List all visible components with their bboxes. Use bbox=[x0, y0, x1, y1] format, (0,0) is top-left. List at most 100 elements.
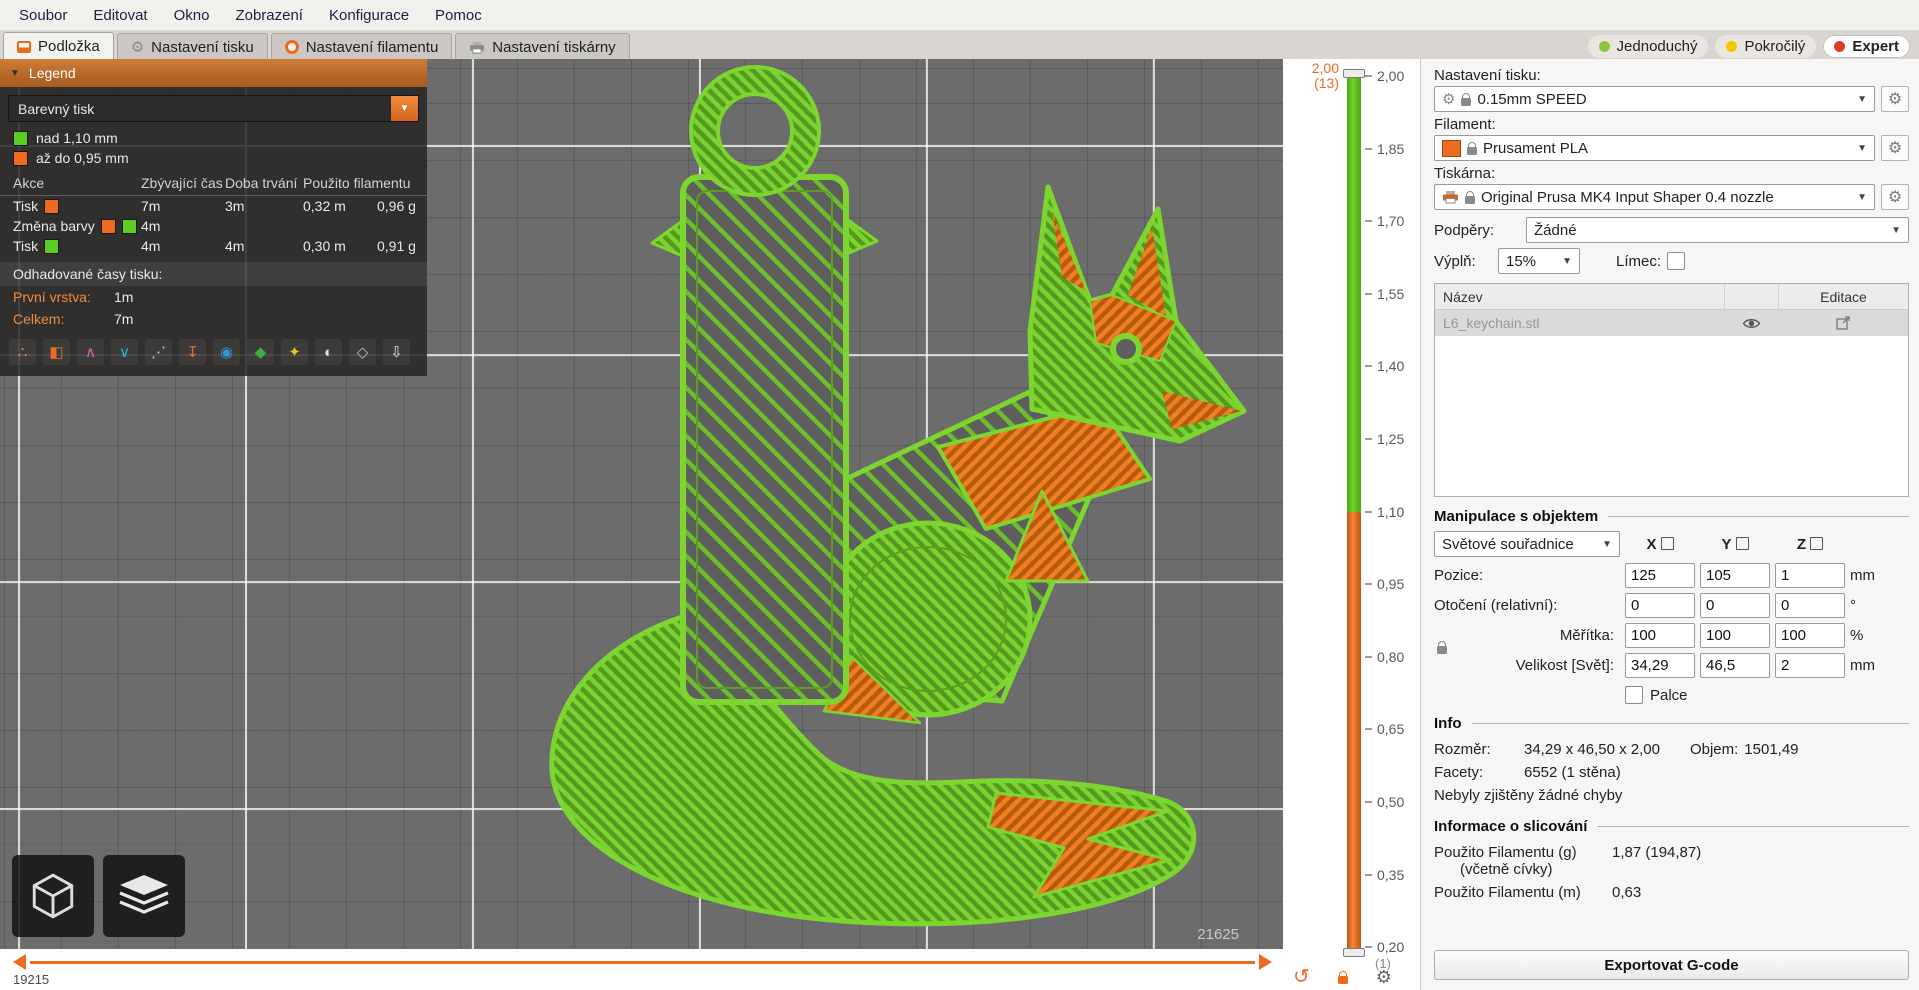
size-x-input[interactable] bbox=[1625, 653, 1695, 678]
filament-grams-row: Použito Filamentu (g) (včetně cívky) 1,8… bbox=[1434, 844, 1909, 878]
printer-value: Original Prusa MK4 Input Shaper 0.4 nozz… bbox=[1481, 189, 1848, 206]
export-gcode-button[interactable]: Exportovat G-code bbox=[1434, 950, 1909, 980]
printer-select[interactable]: Original Prusa MK4 Input Shaper 0.4 nozz… bbox=[1434, 184, 1875, 210]
scale-label: Měřítka: bbox=[1434, 627, 1620, 644]
coordinate-system-select[interactable]: Světové souřadnice ▼ bbox=[1434, 531, 1620, 557]
view-mode-select[interactable]: Barevný tisk ▼ bbox=[8, 95, 419, 122]
rotation-x-input[interactable] bbox=[1625, 593, 1695, 618]
move-slider-track[interactable] bbox=[30, 961, 1255, 964]
slider-left-arrow-icon[interactable] bbox=[13, 954, 26, 970]
unit-label: mm bbox=[1850, 657, 1886, 674]
rotation-z-input[interactable] bbox=[1775, 593, 1845, 618]
swatch-label: nad 1,10 mm bbox=[36, 130, 118, 146]
facets-info-row: Facety: 6552 (1 stěna) bbox=[1434, 764, 1909, 781]
edit-object-icon[interactable] bbox=[1778, 316, 1908, 330]
print-settings-gear-button[interactable]: ⚙ bbox=[1881, 86, 1909, 112]
mode-simple[interactable]: Jednoduchý bbox=[1588, 35, 1709, 58]
yellow-dot-icon bbox=[1726, 41, 1737, 52]
lock-icon bbox=[1465, 196, 1475, 204]
layer-tick: 0,20 bbox=[1365, 939, 1404, 955]
tab-printer-settings[interactable]: Nastavení tiskárny bbox=[455, 33, 629, 60]
swatch-label: až do 0,95 mm bbox=[36, 150, 129, 166]
axis-y-header: Y bbox=[1700, 536, 1770, 553]
pause-icon[interactable]: ◆ bbox=[247, 339, 274, 365]
slider-right-arrow-icon[interactable] bbox=[1259, 954, 1272, 970]
tabbar: Podložka ⚙ Nastavení tisku Nastavení fil… bbox=[0, 31, 1919, 61]
retractions-icon[interactable]: ∧ bbox=[77, 339, 104, 365]
uniform-scale-lock-icon[interactable] bbox=[1437, 646, 1447, 654]
filament-value: Prusament PLA bbox=[1483, 140, 1848, 157]
menu-editovat[interactable]: Editovat bbox=[80, 4, 160, 27]
tab-print-settings[interactable]: ⚙ Nastavení tisku bbox=[117, 33, 268, 60]
filament-gear-button[interactable]: ⚙ bbox=[1881, 135, 1909, 161]
wipe-icon[interactable]: ◉ bbox=[213, 339, 240, 365]
deretractions-icon[interactable]: ∨ bbox=[111, 339, 138, 365]
move-count-max: 21625 bbox=[1197, 926, 1239, 943]
3d-viewport[interactable]: ▼ Legend Barevný tisk ▼ nad 1,10 mm až d… bbox=[0, 59, 1283, 949]
slider-lock-icon[interactable] bbox=[1338, 976, 1348, 984]
custom-gcode-icon[interactable]: ✦ bbox=[281, 339, 308, 365]
view-mode-value: Barevný tisk bbox=[18, 101, 94, 117]
supports-select[interactable]: Žádné ▼ bbox=[1526, 217, 1909, 243]
red-dot-icon bbox=[1834, 41, 1845, 52]
print-settings-select[interactable]: ⚙ 0.15mm SPEED ▼ bbox=[1434, 86, 1875, 112]
menu-pomoc[interactable]: Pomoc bbox=[422, 4, 495, 27]
scale-x-input[interactable] bbox=[1625, 623, 1695, 648]
chevron-down-icon: ▼ bbox=[1854, 192, 1870, 203]
rotation-y-input[interactable] bbox=[1700, 593, 1770, 618]
scale-y-input[interactable] bbox=[1700, 623, 1770, 648]
volume-value: 1501,49 bbox=[1744, 741, 1798, 758]
status-text: Nebyly zjištěny žádné chyby bbox=[1434, 787, 1622, 804]
brim-checkbox[interactable] bbox=[1667, 252, 1685, 270]
layer-slider-track[interactable] bbox=[1347, 71, 1361, 955]
layer-slider-upper-handle[interactable] bbox=[1343, 69, 1365, 78]
position-y-input[interactable] bbox=[1700, 563, 1770, 588]
travels-icon[interactable]: ⋰ bbox=[145, 339, 172, 365]
size-y-input[interactable] bbox=[1700, 653, 1770, 678]
preset-gear-icon: ⚙ bbox=[1442, 92, 1455, 107]
akce-label: Tisk bbox=[13, 198, 38, 214]
printer-gear-button[interactable]: ⚙ bbox=[1881, 184, 1909, 210]
tab-plater[interactable]: Podložka bbox=[3, 32, 114, 60]
menu-zobrazeni[interactable]: Zobrazení bbox=[222, 4, 316, 27]
inches-checkbox[interactable] bbox=[1625, 686, 1643, 704]
shells-icon[interactable]: ◐ bbox=[315, 339, 342, 365]
lock-icon bbox=[1461, 98, 1471, 106]
layer-slider-controls: ↺ ⚙ bbox=[1293, 965, 1392, 989]
mode-expert[interactable]: Expert bbox=[1823, 35, 1910, 58]
seams-icon[interactable]: ∴ bbox=[9, 339, 36, 365]
position-x-input[interactable] bbox=[1625, 563, 1695, 588]
size-z-input[interactable] bbox=[1775, 653, 1845, 678]
legend-toggle-icon[interactable]: ⇩ bbox=[383, 339, 410, 365]
layer-tick: 1,85 bbox=[1365, 141, 1404, 157]
mode-advanced[interactable]: Pokročilý bbox=[1715, 35, 1816, 58]
layer-tick: 0,80 bbox=[1365, 649, 1404, 665]
filament-select[interactable]: Prusament PLA ▼ bbox=[1434, 135, 1875, 161]
unload-icon[interactable]: ↧ bbox=[179, 339, 206, 365]
layer-slider-lower-handle[interactable] bbox=[1343, 948, 1365, 957]
menu-soubor[interactable]: Soubor bbox=[6, 4, 80, 27]
world-frame-icon bbox=[1810, 537, 1823, 550]
slider-settings-gear-icon[interactable]: ⚙ bbox=[1376, 968, 1392, 986]
chevron-down-icon: ▼ bbox=[1854, 94, 1870, 105]
position-z-input[interactable] bbox=[1775, 563, 1845, 588]
size-info-row: Rozměr: 34,29 x 46,50 x 2,00 Objem: 1501… bbox=[1434, 741, 1909, 758]
layer-tick: 1,40 bbox=[1365, 358, 1404, 374]
printer-label: Tiskárna: bbox=[1434, 165, 1909, 182]
menu-konfigurace[interactable]: Konfigurace bbox=[316, 4, 422, 27]
chevron-down-icon: ▼ bbox=[1888, 225, 1904, 236]
layers-view-thumbnail[interactable] bbox=[103, 855, 185, 937]
object-row[interactable]: L6_keychain.stl bbox=[1435, 310, 1908, 336]
scale-z-input[interactable] bbox=[1775, 623, 1845, 648]
color-changes-icon[interactable]: ◧ bbox=[43, 339, 70, 365]
tab-filament-settings[interactable]: Nastavení filamentu bbox=[271, 33, 453, 60]
eye-icon[interactable] bbox=[1724, 317, 1778, 330]
infill-select[interactable]: 15% ▼ bbox=[1498, 248, 1580, 274]
layer-tick: 1,25 bbox=[1365, 431, 1404, 447]
legend-header[interactable]: ▼ Legend bbox=[0, 59, 427, 87]
undo-icon[interactable]: ↺ bbox=[1293, 967, 1310, 987]
tool-marker-icon[interactable]: ◇ bbox=[349, 339, 376, 365]
tab-label: Nastavení tiskárny bbox=[492, 39, 615, 56]
menu-okno[interactable]: Okno bbox=[161, 4, 223, 27]
3d-view-thumbnail[interactable] bbox=[12, 855, 94, 937]
